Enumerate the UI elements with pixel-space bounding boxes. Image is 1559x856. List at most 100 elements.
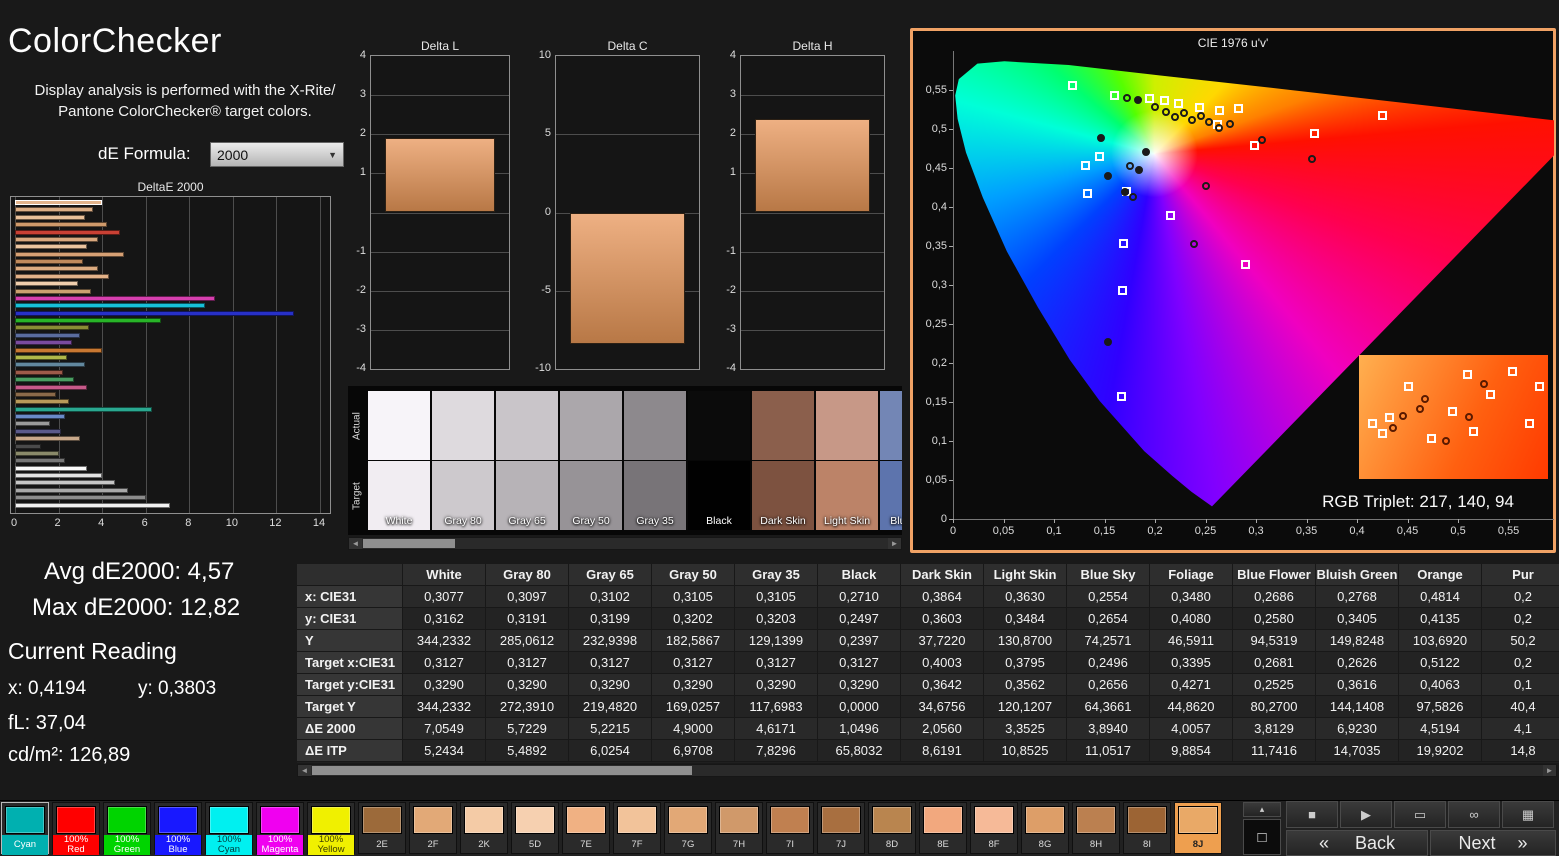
patch-button-2f[interactable]: 2F <box>409 802 457 854</box>
axis-tick-label: 0,1 <box>915 435 947 447</box>
tick-mark <box>1155 519 1156 523</box>
patch-button-7e[interactable]: 7E <box>562 802 610 854</box>
loop-button[interactable]: ∞ <box>1448 801 1500 828</box>
patch-swatch <box>464 806 504 834</box>
axis-tick-label: 0,3 <box>1248 525 1263 537</box>
step-button[interactable]: ▭ <box>1394 801 1446 828</box>
axis-tick-label: 0,35 <box>1296 525 1317 537</box>
swatch-label: Gray 65 <box>496 515 558 527</box>
table-cell: 0,3290 <box>403 674 486 696</box>
next-button[interactable]: Next» <box>1430 830 1556 856</box>
deltae-bar <box>15 414 65 419</box>
axis-tick-label: 0 <box>525 206 551 218</box>
play-button[interactable]: ▶ <box>1340 801 1392 828</box>
collapse-button[interactable]: ▴ <box>1243 802 1281 817</box>
patch-button-8e[interactable]: 8E <box>919 802 967 854</box>
table-cell: 50,2 <box>1482 630 1559 652</box>
target-marker <box>1117 392 1126 401</box>
swatch-label: Black <box>688 515 750 527</box>
chart-plot <box>555 55 700 370</box>
patch-button-8j[interactable]: 8J <box>1174 802 1222 854</box>
patch-button-8f[interactable]: 8F <box>970 802 1018 854</box>
table-cell: 149,8248 <box>1316 630 1399 652</box>
tick-mark <box>1004 519 1005 523</box>
patch-button-7j[interactable]: 7J <box>817 802 865 854</box>
pattern-button[interactable]: ▦ <box>1502 801 1554 828</box>
measurement-marker <box>1134 96 1142 104</box>
table-cell: 6,0254 <box>569 740 652 762</box>
swatch-strip-scrollbar[interactable]: ◄► <box>348 537 902 550</box>
table-cell: 3,8129 <box>1233 718 1316 740</box>
table-cell: 6,9230 <box>1316 718 1399 740</box>
axis-tick-label: 0 <box>915 513 947 525</box>
scroll-left-arrow[interactable]: ◄ <box>298 765 311 776</box>
patch-button-7g[interactable]: 7G <box>664 802 712 854</box>
patch-button-8i[interactable]: 8I <box>1123 802 1171 854</box>
table-cell: 7,8296 <box>735 740 818 762</box>
swatch-column: Blue Sky <box>880 391 902 531</box>
tick-mark <box>949 246 953 247</box>
patch-button-8h[interactable]: 8H <box>1072 802 1120 854</box>
patch-button-100-magenta[interactable]: 100% Magenta <box>256 802 304 854</box>
patch-button-100-blue[interactable]: 100% Blue <box>154 802 202 854</box>
patch-button-8d[interactable]: 8D <box>868 802 916 854</box>
table-cell: 34,6756 <box>901 696 984 718</box>
patch-button-5d[interactable]: 5D <box>511 802 559 854</box>
table-row-label: Y <box>297 630 403 652</box>
table-column-header: White <box>403 564 486 586</box>
bottom-toolbar: Cyan100% Red100% Green100% Blue100% Cyan… <box>0 800 1559 856</box>
back-button[interactable]: «Back <box>1286 830 1428 856</box>
tick-mark <box>1357 519 1358 523</box>
patch-swatch <box>821 806 861 834</box>
deltae-chart-title: DeltaE 2000 <box>10 180 331 194</box>
patch-button-100-red[interactable]: 100% Red <box>52 802 100 854</box>
patch-button-100-cyan[interactable]: 100% Cyan <box>205 802 253 854</box>
patch-label: 2F <box>410 835 456 855</box>
table-scrollbar[interactable]: ◄► <box>297 764 1557 777</box>
stop-button[interactable]: ■ <box>1286 801 1338 828</box>
actual-swatch <box>816 391 878 460</box>
scroll-right-arrow[interactable]: ► <box>1543 765 1556 776</box>
inset-measurement-marker <box>1389 424 1397 432</box>
axis-tick-label: 8 <box>185 517 191 529</box>
axis-tick-label: 0,35 <box>915 240 947 252</box>
table-row: x: CIE310,30770,30970,31020,31050,31050,… <box>297 586 1559 608</box>
deltae-bar <box>15 281 78 286</box>
patch-button-2k[interactable]: 2K <box>460 802 508 854</box>
patch-button-7f[interactable]: 7F <box>613 802 661 854</box>
deltae-bar <box>15 215 85 220</box>
deltae-bar <box>15 355 67 360</box>
deltae-bar <box>15 348 102 353</box>
tick-mark <box>949 402 953 403</box>
patch-button-100-yellow[interactable]: 100% Yellow <box>307 802 355 854</box>
actual-swatch <box>752 391 814 460</box>
target-marker <box>1081 161 1090 170</box>
de-formula-dropdown[interactable]: 2000 ▼ <box>210 142 344 167</box>
patch-button-8g[interactable]: 8G <box>1021 802 1069 854</box>
patch-button-100-green[interactable]: 100% Green <box>103 802 151 854</box>
tick-mark <box>1307 519 1308 523</box>
scroll-thumb[interactable] <box>363 539 455 548</box>
axis-tick-label: 10 <box>525 49 551 61</box>
scroll-right-arrow[interactable]: ► <box>888 538 901 549</box>
scroll-left-arrow[interactable]: ◄ <box>349 538 362 549</box>
gridline <box>371 95 509 96</box>
actual-swatch <box>432 391 494 460</box>
axis-tick-label: 0,55 <box>1498 525 1519 537</box>
deltae-bar <box>15 444 41 449</box>
patch-button-cyan[interactable]: Cyan <box>1 802 49 854</box>
patch-swatch <box>872 806 912 834</box>
patch-button-2e[interactable]: 2E <box>358 802 406 854</box>
patch-button-7i[interactable]: 7I <box>766 802 814 854</box>
patch-button-7h[interactable]: 7H <box>715 802 763 854</box>
table-cell: 0,4135 <box>1399 608 1482 630</box>
patch-swatch <box>515 806 555 834</box>
patch-label: 7J <box>818 835 864 855</box>
target-marker <box>1095 152 1104 161</box>
table-row-label: ΔE 2000 <box>297 718 403 740</box>
screen-square-button[interactable]: □ <box>1243 819 1281 855</box>
scroll-thumb[interactable] <box>312 766 692 775</box>
table-cell: 0,4271 <box>1150 674 1233 696</box>
table-cell: 65,8032 <box>818 740 901 762</box>
table-cell: 117,6983 <box>735 696 818 718</box>
